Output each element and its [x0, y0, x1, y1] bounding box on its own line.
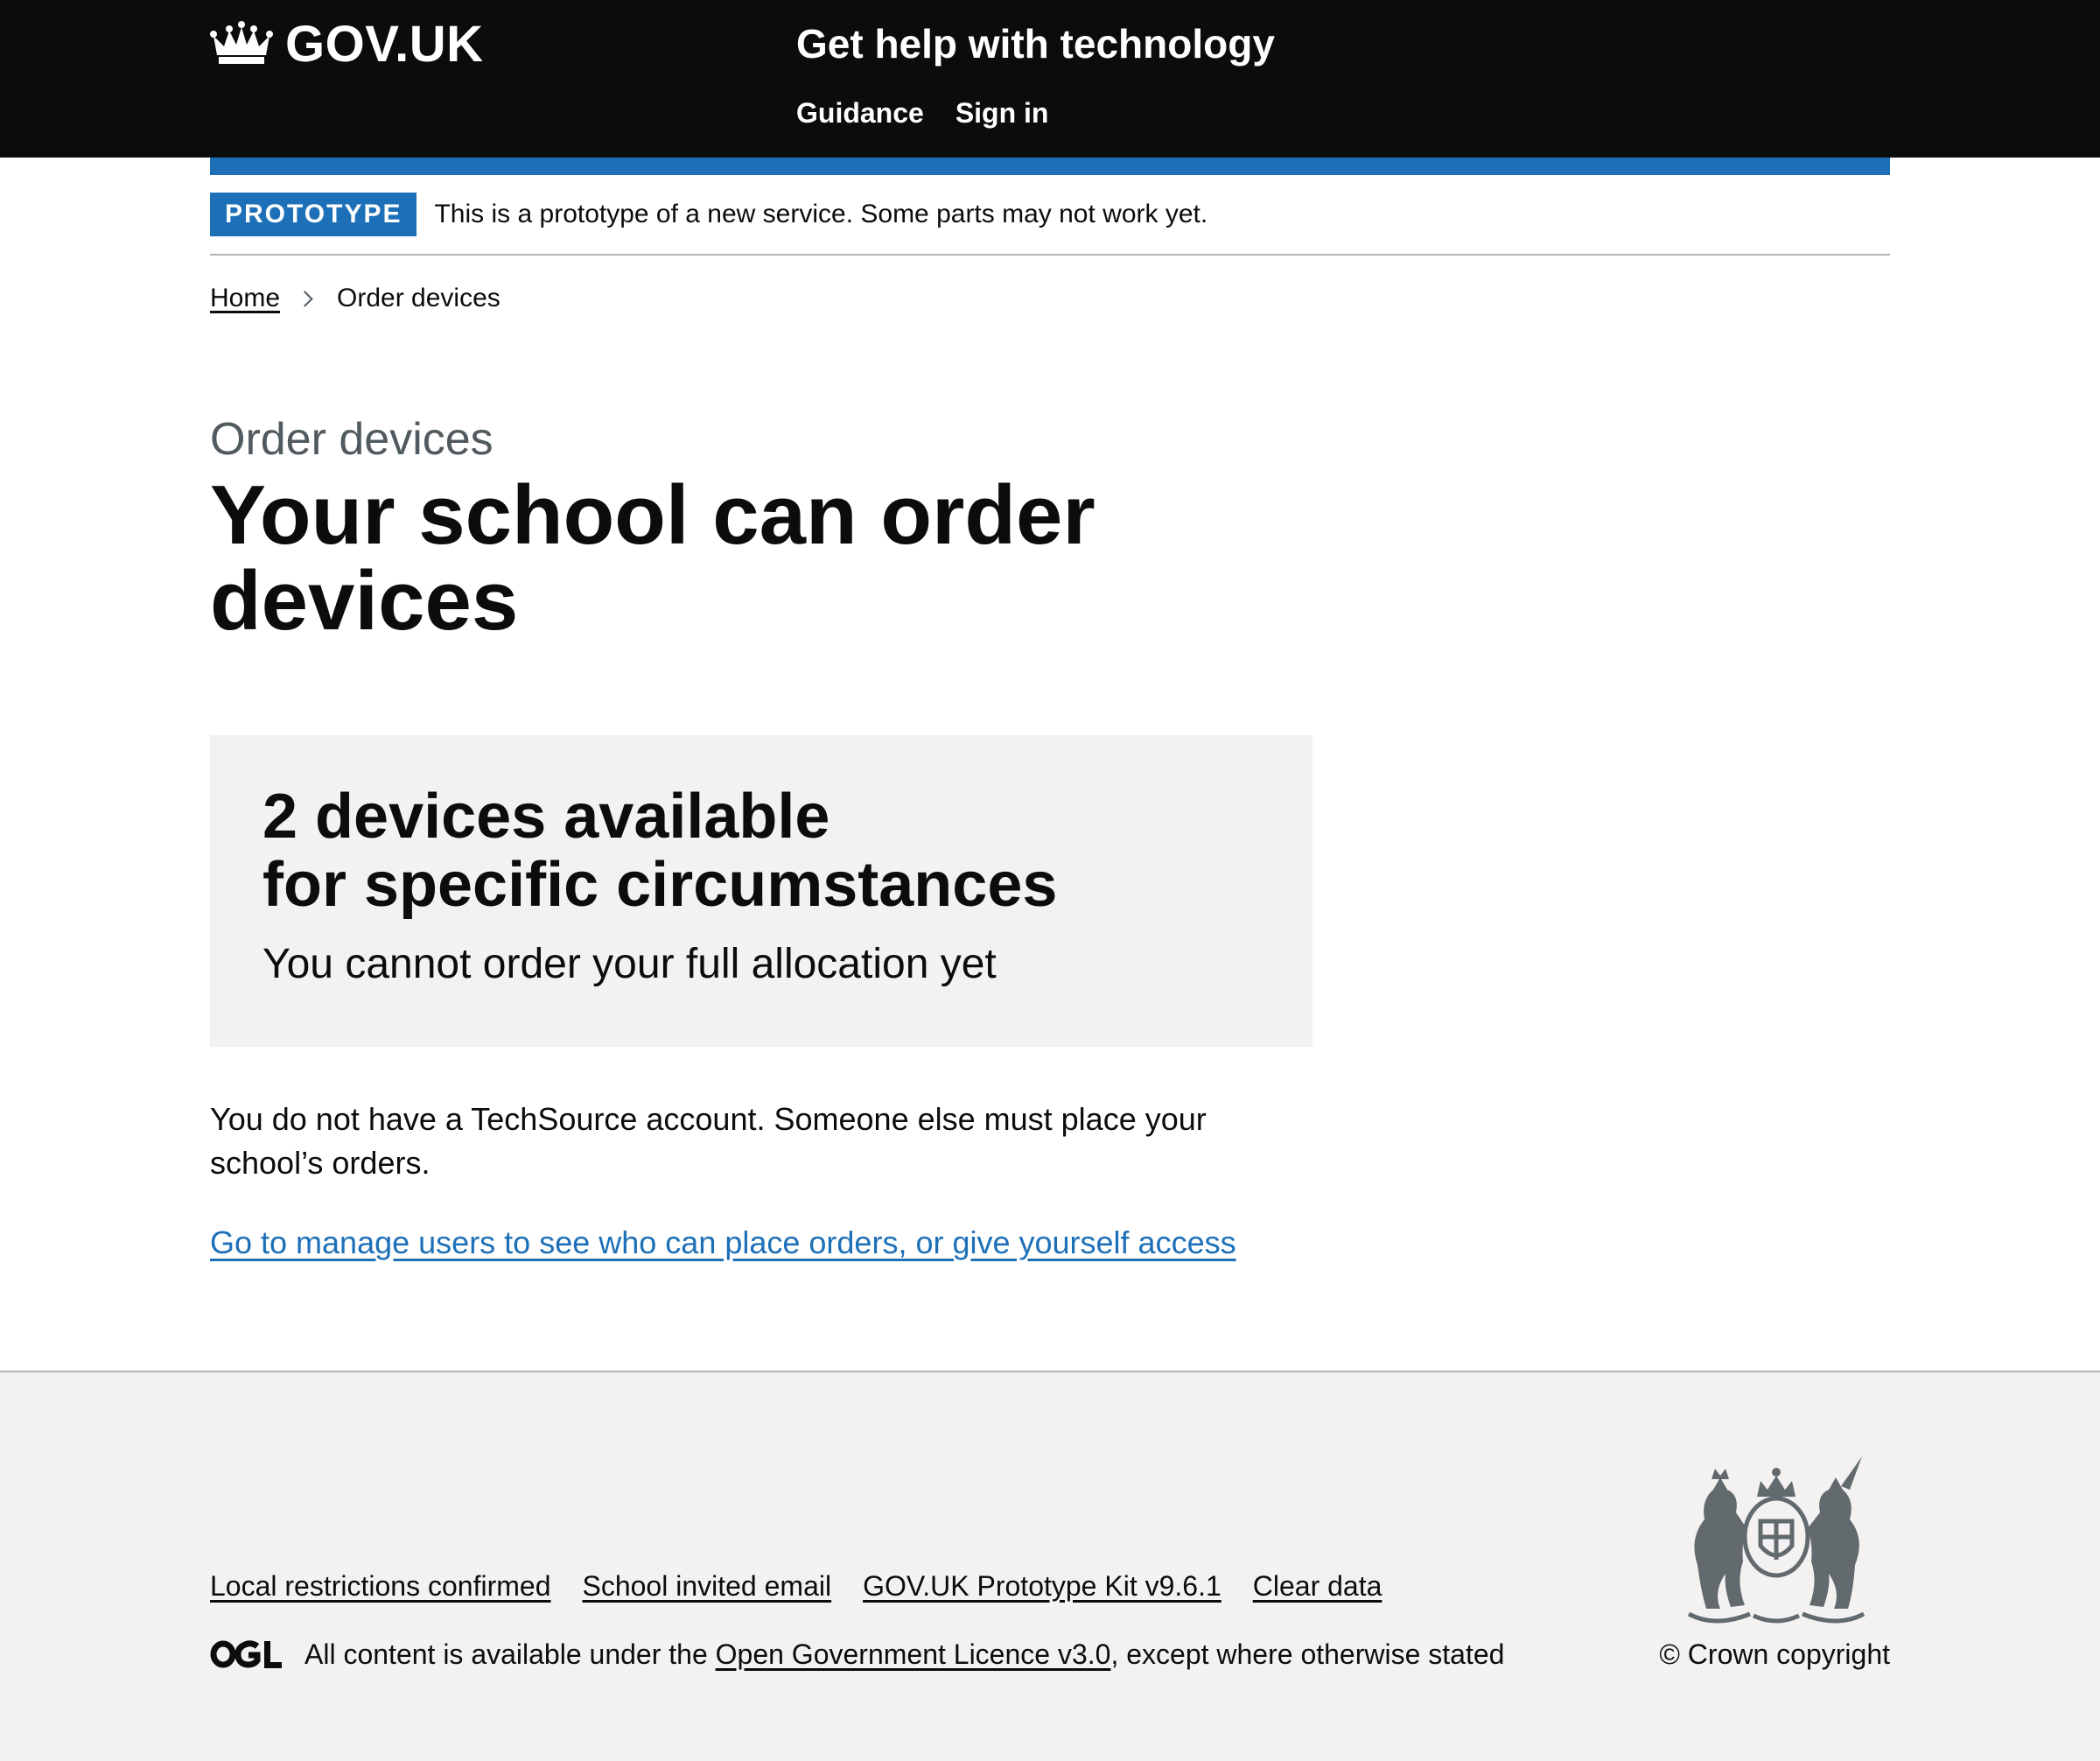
licence-prefix: All content is available under the	[304, 1638, 716, 1670]
phase-tag: PROTOTYPE	[210, 193, 417, 236]
techsource-account-message: You do not have a TechSource account. So…	[210, 1101, 1207, 1181]
crown-copyright-link[interactable]: © Crown copyright	[1659, 1635, 1890, 1673]
service-name-link[interactable]: Get help with technology	[796, 18, 1275, 70]
footer-link-prototype-kit[interactable]: GOV.UK Prototype Kit v9.6.1	[863, 1567, 1222, 1605]
ogl-logo-icon	[210, 1640, 282, 1668]
panel-heading: 2 devices available for specific circums…	[262, 782, 1260, 919]
header-navigation: Guidance Sign in	[796, 93, 1048, 133]
panel-subtext: You cannot order your full allocation ye…	[262, 941, 997, 987]
logo-text: GOV.UK	[285, 15, 484, 73]
nav-guidance-link[interactable]: Guidance	[796, 93, 924, 133]
manage-users-link[interactable]: Go to manage users to see who can place …	[210, 1221, 1236, 1265]
phase-banner: PROTOTYPE This is a prototype of a new s…	[210, 193, 1890, 256]
breadcrumb: Home Order devices	[210, 278, 500, 319]
royal-coat-of-arms-icon	[1687, 1456, 1866, 1624]
site-footer: Local restrictions confirmed School invi…	[0, 1371, 2100, 1761]
crown-icon	[210, 21, 273, 64]
breadcrumb-current: Order devices	[337, 284, 500, 312]
breadcrumb-home-link[interactable]: Home	[210, 278, 280, 319]
footer-link-clear-data[interactable]: Clear data	[1253, 1567, 1382, 1605]
licence-statement: All content is available under the Open …	[210, 1635, 1504, 1673]
page-caption: Order devices	[210, 414, 494, 465]
header-blue-bar	[210, 158, 1890, 175]
site-header: GOV.UK Get help with technology Guidance…	[0, 0, 2100, 158]
panel-heading-line1: 2 devices available	[262, 782, 830, 852]
licence-suffix: , except where otherwise stated	[1110, 1638, 1505, 1670]
panel-heading-line2: for specific circumstances	[262, 850, 1058, 920]
phase-banner-text: This is a prototype of a new service. So…	[434, 200, 1208, 228]
page-title: Your school can order devices	[210, 468, 1096, 648]
chevron-right-icon	[297, 290, 313, 307]
open-government-licence-link[interactable]: Open Government Licence v3.0	[716, 1635, 1111, 1673]
nav-sign-in-link[interactable]: Sign in	[956, 93, 1049, 133]
footer-links: Local restrictions confirmed School invi…	[210, 1567, 1382, 1605]
govuk-logo-link[interactable]: GOV.UK	[210, 15, 484, 73]
devices-available-panel: 2 devices available for specific circums…	[210, 735, 1312, 1047]
footer-link-school-invited-email[interactable]: School invited email	[582, 1567, 831, 1605]
footer-link-local-restrictions[interactable]: Local restrictions confirmed	[210, 1567, 550, 1605]
